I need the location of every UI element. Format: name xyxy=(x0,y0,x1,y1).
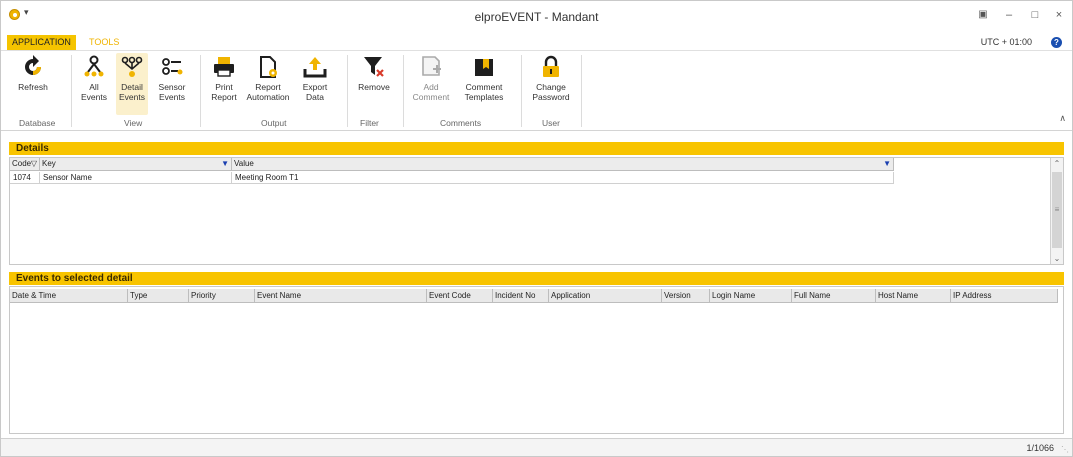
filter-outline-icon[interactable]: ▽ xyxy=(31,158,37,170)
filter-active-icon[interactable]: ▼ xyxy=(221,158,229,170)
tab-application[interactable]: APPLICATION xyxy=(7,35,76,50)
change-password-label: Change Password xyxy=(532,82,570,102)
comment-templates-button[interactable]: Comment Templates xyxy=(457,53,511,115)
add-comment-icon xyxy=(418,55,444,79)
vertical-scrollbar[interactable]: ⌃ ≡ ⌄ xyxy=(1050,158,1063,264)
change-password-button[interactable]: Change Password xyxy=(529,53,573,115)
events-grid: Date & Time Type Priority Event Name Eve… xyxy=(9,286,1064,434)
window-title: elproEVENT - Mandant xyxy=(474,10,599,24)
column-header[interactable]: Type xyxy=(128,289,189,303)
all-events-icon xyxy=(81,55,107,79)
title-bar: ▾ elproEVENT - Mandant ▣ – □ × xyxy=(1,1,1072,35)
column-header-value[interactable]: Value ▼ xyxy=(232,158,894,171)
print-report-label: Print Report xyxy=(211,82,237,102)
group-user: User xyxy=(542,118,560,128)
detail-events-label: Detail Events xyxy=(119,82,145,102)
scroll-grip-icon: ≡ xyxy=(1054,205,1060,214)
funnel-remove-icon xyxy=(361,55,387,79)
print-report-button[interactable]: Print Report xyxy=(208,53,240,115)
group-comments: Comments xyxy=(440,118,482,128)
column-header[interactable]: Incident No xyxy=(493,289,549,303)
resize-grip-icon[interactable]: ⋱ xyxy=(1061,445,1069,454)
column-header[interactable]: IP Address xyxy=(951,289,1058,303)
padlock-icon xyxy=(538,55,564,79)
column-header-code[interactable]: Code ▽ xyxy=(10,158,40,171)
detail-events-icon xyxy=(119,55,145,79)
scroll-down-icon[interactable]: ⌄ xyxy=(1051,254,1063,263)
remove-filter-button[interactable]: Remove xyxy=(353,53,395,115)
column-header[interactable]: Priority xyxy=(189,289,255,303)
details-grid: Code ▽ Key ▼ Value ▼ 1074 Sensor Name Me… xyxy=(9,157,1064,265)
separator xyxy=(347,55,348,127)
column-header[interactable]: Login Name xyxy=(710,289,792,303)
restore-icon[interactable]: ▣ xyxy=(972,7,994,23)
minimize-button[interactable]: – xyxy=(998,7,1020,23)
cell-code: 1074 xyxy=(10,172,40,184)
events-header: Events to selected detail xyxy=(9,272,1064,285)
scroll-up-icon[interactable]: ⌃ xyxy=(1051,159,1063,168)
tab-tools[interactable]: TOOLS xyxy=(84,35,125,50)
sensor-events-icon xyxy=(159,55,185,79)
comment-templates-label: Comment Templates xyxy=(464,82,504,102)
comment-templates-icon xyxy=(471,55,497,79)
group-database: Database xyxy=(19,118,56,128)
filter-active-icon[interactable]: ▼ xyxy=(883,158,891,170)
separator xyxy=(200,55,201,127)
separator xyxy=(521,55,522,127)
column-header[interactable]: Version xyxy=(662,289,710,303)
column-header[interactable]: Full Name xyxy=(792,289,876,303)
refresh-label: Refresh xyxy=(18,82,48,92)
all-events-button[interactable]: All Events xyxy=(79,53,109,115)
export-icon xyxy=(302,55,328,79)
main-window: ▾ elproEVENT - Mandant ▣ – □ × APPLICATI… xyxy=(0,0,1073,457)
export-data-label: Export Data xyxy=(302,82,328,102)
column-header[interactable]: Date & Time xyxy=(10,289,128,303)
cell-key: Sensor Name xyxy=(40,172,232,184)
collapse-ribbon-button[interactable]: ∧ xyxy=(1059,113,1066,124)
report-automation-label: Report Automation xyxy=(246,82,290,102)
sensor-events-button[interactable]: Sensor Events xyxy=(155,53,189,115)
record-count: 1/1066 xyxy=(1026,443,1054,453)
timezone-label: UTC + 01:00 xyxy=(980,37,1032,47)
ribbon-tabs: APPLICATION TOOLS UTC + 01:00 ? xyxy=(1,35,1072,50)
group-output: Output xyxy=(261,118,287,128)
add-comment-label: Add Comment xyxy=(412,82,450,102)
column-header[interactable]: Host Name xyxy=(876,289,951,303)
remove-label: Remove xyxy=(358,82,390,92)
refresh-button[interactable]: Refresh xyxy=(15,53,51,115)
column-header[interactable]: Application xyxy=(549,289,662,303)
help-icon[interactable]: ? xyxy=(1051,37,1062,48)
status-bar: 1/1066 ⋱ xyxy=(1,438,1072,456)
group-filter: Filter xyxy=(360,118,379,128)
ribbon: Refresh All Events Detail Events Sensor … xyxy=(1,50,1072,131)
details-header: Details xyxy=(9,142,1064,155)
all-events-label: All Events xyxy=(81,82,107,102)
cell-value: Meeting Room T1 xyxy=(232,172,894,184)
printer-icon xyxy=(211,55,237,79)
group-view: View xyxy=(124,118,143,128)
column-header[interactable]: Event Code xyxy=(427,289,493,303)
export-data-button[interactable]: Export Data xyxy=(297,53,333,115)
report-automation-button[interactable]: Report Automation xyxy=(245,53,291,115)
separator xyxy=(403,55,404,127)
report-automation-icon xyxy=(255,55,281,79)
close-button[interactable]: × xyxy=(1048,7,1070,23)
detail-events-button[interactable]: Detail Events xyxy=(116,53,148,115)
add-comment-button[interactable]: Add Comment xyxy=(411,53,451,115)
sensor-events-label: Sensor Events xyxy=(158,82,186,102)
column-header[interactable]: Event Name xyxy=(255,289,427,303)
separator xyxy=(581,55,582,127)
maximize-button[interactable]: □ xyxy=(1024,7,1046,23)
column-header-key[interactable]: Key ▼ xyxy=(40,158,232,171)
separator xyxy=(71,55,72,127)
refresh-icon xyxy=(20,55,46,79)
